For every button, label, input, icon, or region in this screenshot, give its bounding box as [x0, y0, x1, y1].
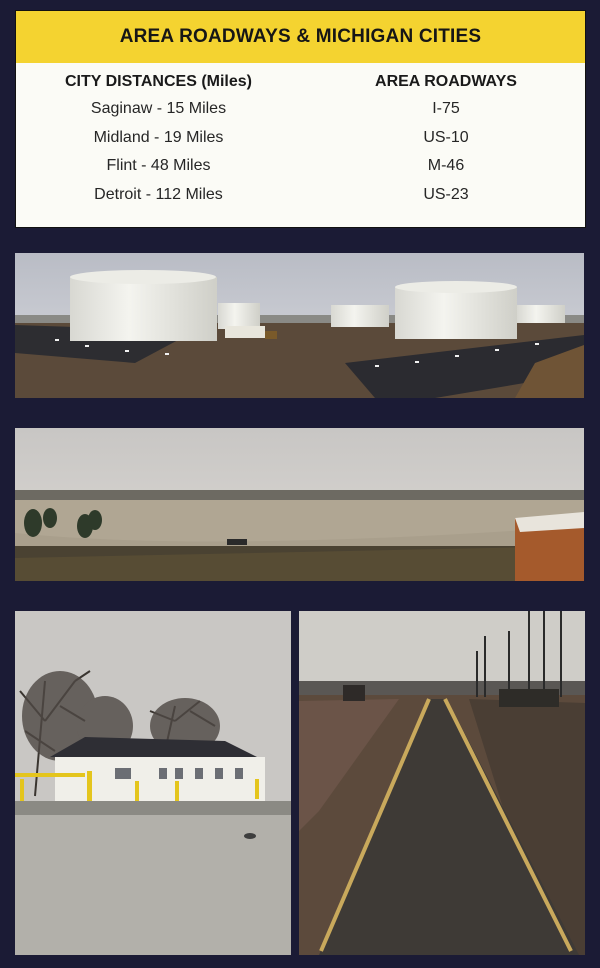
open-lot-photo [15, 428, 584, 581]
info-card: AREA ROADWAYS & MICHIGAN CITIES CITY DIS… [15, 10, 586, 228]
storage-tanks-photo [15, 253, 584, 398]
roadway-item: M-46 [427, 157, 465, 174]
roadway-item: US-10 [423, 128, 469, 146]
page-title: AREA ROADWAYS & MICHIGAN CITIES [16, 11, 585, 63]
roadway-item: US-23 [423, 185, 469, 203]
city-distance-item: Flint - 48 Miles [106, 157, 211, 174]
city-distance-item: Midland - 19 Miles [93, 128, 224, 146]
railroad-track-photo [299, 611, 585, 955]
area-roadways-column: AREA ROADWAYS I-75 US-10 M-46 US-23 [336, 69, 556, 209]
city-distance-item: Saginaw - 15 Miles [90, 100, 227, 117]
city-distances-column: CITY DISTANCES (Miles) Saginaw - 15 Mile… [46, 69, 271, 209]
city-distances-heading: CITY DISTANCES (Miles) [65, 73, 252, 90]
area-roadways-heading: AREA ROADWAYS [375, 73, 517, 90]
roadway-item: I-75 [432, 100, 460, 117]
office-building-photo [15, 611, 291, 955]
city-distance-item: Detroit - 112 Miles [94, 185, 223, 203]
